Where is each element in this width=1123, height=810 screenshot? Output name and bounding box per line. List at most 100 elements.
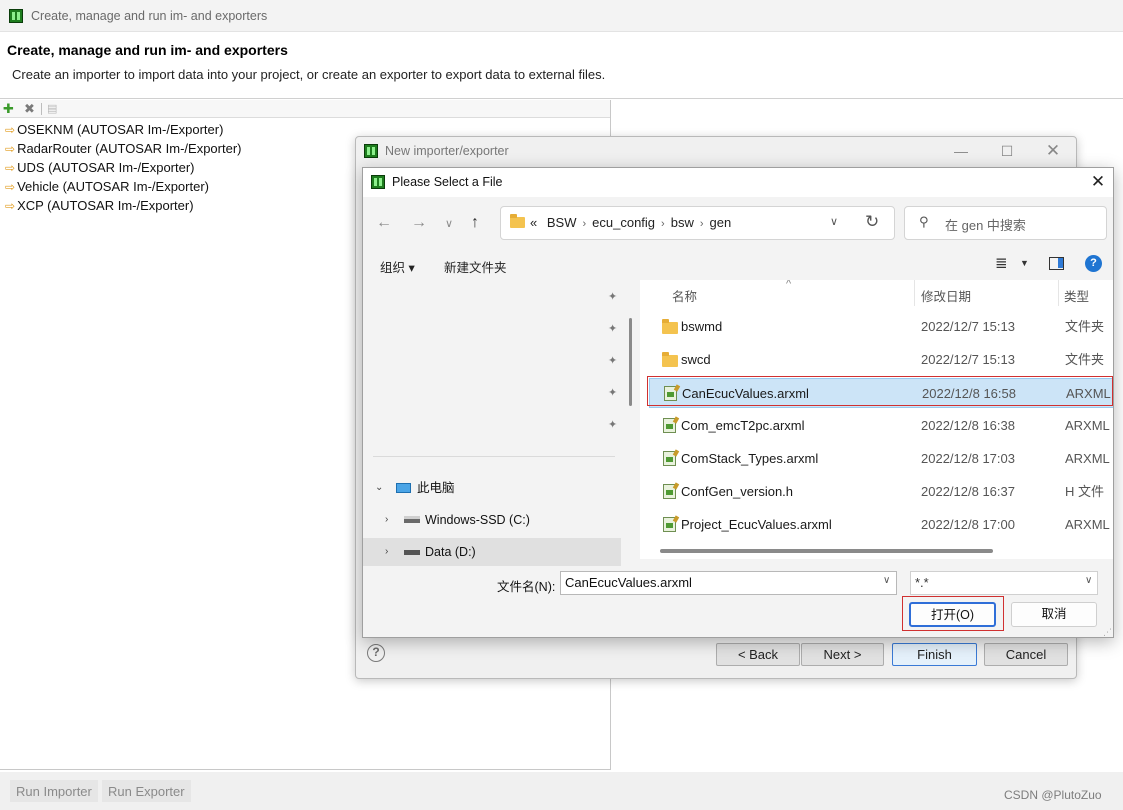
plus-icon[interactable]: ✚: [3, 101, 14, 117]
file-type-filter[interactable]: *.*: [910, 571, 1098, 595]
pin-icon[interactable]: ✦: [608, 290, 617, 303]
main-titlebar: Create, manage and run im- and exporters: [0, 0, 1123, 32]
app-icon: [9, 9, 23, 23]
close-icon[interactable]: ✕: [1087, 171, 1109, 193]
list-item[interactable]: ⇨ RadarRouter (AUTOSAR Im-/Exporter): [5, 139, 242, 158]
address-bar[interactable]: « BSW › ecu_config › bsw › gen ∨ ↻: [500, 206, 895, 240]
filename-field[interactable]: CanEcucValues.arxml: [560, 571, 897, 595]
column-divider[interactable]: [914, 280, 915, 306]
run-importer-button[interactable]: Run Importer: [10, 780, 98, 802]
chevron-down-icon[interactable]: ∨: [445, 217, 453, 230]
drive-icon: [404, 550, 420, 555]
breadcrumb-item[interactable]: ecu_config: [592, 215, 655, 230]
app-icon: [364, 144, 378, 158]
tree-item-drive-c[interactable]: › Windows-SSD (C:): [363, 506, 621, 534]
arrow-right-icon: ⇨: [5, 180, 16, 194]
tree-item-drive-d[interactable]: › Data (D:): [363, 538, 621, 566]
chevron-down-icon[interactable]: ▼: [1020, 258, 1029, 268]
pin-icon[interactable]: ✦: [608, 386, 617, 399]
breadcrumb-item[interactable]: gen: [710, 215, 732, 230]
wizard-titlebar: New importer/exporter — ☐ ✕: [356, 137, 1076, 167]
breadcrumb-item[interactable]: BSW: [547, 215, 577, 230]
search-placeholder: 在 gen 中搜索: [945, 218, 1026, 233]
file-row[interactable]: Com_emcT2pc.arxml 2022/12/8 16:38 ARXML …: [649, 411, 1113, 441]
nav-divider: [373, 456, 615, 457]
column-header-date[interactable]: 修改日期: [921, 286, 971, 305]
breadcrumb: « BSW › ecu_config › bsw › gen: [530, 215, 732, 230]
pin-icon[interactable]: ✦: [608, 322, 617, 335]
chevron-right-icon[interactable]: ›: [385, 506, 388, 534]
main-window-title: Create, manage and run im- and exporters: [31, 9, 268, 23]
file-row[interactable]: bswmd 2022/12/7 15:13 文件夹: [649, 312, 1113, 342]
dialog-title: Please Select a File: [392, 175, 503, 189]
bottom-action-bar: Run Importer Run Exporter: [0, 772, 1123, 810]
help-icon[interactable]: ?: [367, 644, 385, 662]
refresh-icon[interactable]: ↻: [865, 212, 879, 232]
dialog-titlebar: Please Select a File ✕: [363, 168, 1113, 197]
highlight-open-button: [902, 596, 1004, 631]
search-icon: ⚲: [919, 214, 929, 229]
column-divider[interactable]: [1058, 280, 1059, 306]
pin-icon[interactable]: ✦: [608, 354, 617, 367]
sort-ascending-icon: ^: [786, 280, 792, 290]
navigation-pane: ✦ ✦ ✦ ✦ ✦ ⌄ 此电脑 › Windows-SSD (C:) › Dat…: [363, 280, 627, 566]
finish-button[interactable]: Finish: [892, 643, 977, 666]
file-list: ^ 名称 修改日期 类型 bswmd 2022/12/7 15:13 文件夹 s…: [640, 280, 1113, 559]
resize-grip-icon[interactable]: ⋰: [1103, 627, 1112, 638]
maximize-icon[interactable]: ☐: [996, 141, 1018, 161]
close-icon[interactable]: ✕: [1042, 141, 1064, 161]
drive-icon: [404, 516, 420, 523]
up-arrow-icon[interactable]: ↑: [471, 214, 479, 232]
arrow-right-icon: ⇨: [5, 199, 16, 213]
search-input[interactable]: ⚲ 在 gen 中搜索: [904, 206, 1107, 240]
file-row[interactable]: ConfGen_version.h 2022/12/8 16:37 H 文件: [649, 477, 1113, 507]
chevron-down-icon[interactable]: ⌄: [375, 474, 383, 502]
file-row[interactable]: swcd 2022/12/7 15:13 文件夹: [649, 345, 1113, 375]
chevron-down-icon[interactable]: ∨: [883, 575, 890, 586]
next-button[interactable]: Next >: [801, 643, 884, 666]
highlight-selected-file: [647, 376, 1113, 406]
column-header-type[interactable]: 类型: [1064, 286, 1089, 305]
tree-item-this-pc[interactable]: ⌄ 此电脑: [363, 474, 621, 502]
back-arrow-icon[interactable]: ←: [376, 214, 392, 232]
chevron-right-icon: ›: [699, 218, 704, 230]
chevron-right-icon[interactable]: ›: [385, 538, 388, 566]
pin-icon[interactable]: ✦: [608, 418, 617, 431]
minimize-icon[interactable]: —: [950, 141, 972, 161]
run-exporter-button[interactable]: Run Exporter: [102, 780, 191, 802]
folder-icon: [662, 319, 678, 334]
chevron-down-icon[interactable]: ∨: [830, 215, 838, 228]
command-bar: 组织 ▾ 新建文件夹 ≣ ▼ ?: [363, 249, 1113, 280]
preview-pane-icon[interactable]: [1049, 257, 1064, 270]
file-row[interactable]: ComStack_Types.arxml 2022/12/8 17:03 ARX…: [649, 444, 1113, 474]
chevron-right-icon: ›: [661, 218, 665, 230]
app-icon: [371, 175, 385, 189]
watermark: CSDN @PlutoZuo: [1004, 788, 1102, 802]
forward-arrow-icon[interactable]: →: [411, 214, 427, 232]
help-icon[interactable]: ?: [1085, 255, 1102, 272]
dialog-cancel-button[interactable]: 取消: [1011, 602, 1097, 627]
wizard-title: New importer/exporter: [385, 144, 509, 158]
page-heading: Create, manage and run im- and exporters: [7, 42, 288, 58]
list-item[interactable]: ⇨ OSEKNM (AUTOSAR Im-/Exporter): [5, 120, 223, 139]
organize-menu[interactable]: 组织 ▾: [380, 257, 415, 276]
list-item[interactable]: ⇨ Vehicle (AUTOSAR Im-/Exporter): [5, 177, 209, 196]
breadcrumb-item[interactable]: bsw: [671, 215, 694, 230]
copy-icon[interactable]: ▤: [47, 101, 57, 117]
computer-icon: [396, 483, 411, 493]
chevron-down-icon[interactable]: ∨: [1085, 575, 1092, 586]
chevron-right-icon: ›: [582, 218, 587, 230]
column-header-name[interactable]: 名称: [672, 286, 697, 305]
horizontal-scrollbar[interactable]: [660, 549, 993, 553]
list-item[interactable]: ⇨ UDS (AUTOSAR Im-/Exporter): [5, 158, 195, 177]
new-folder-button[interactable]: 新建文件夹: [444, 257, 507, 276]
back-button[interactable]: < Back: [716, 643, 800, 666]
nav-scrollbar[interactable]: [629, 318, 632, 406]
view-list-icon[interactable]: ≣: [995, 254, 1008, 272]
list-item[interactable]: ⇨ XCP (AUTOSAR Im-/Exporter): [5, 196, 194, 215]
cancel-button[interactable]: Cancel: [984, 643, 1068, 666]
xml-file-icon: [663, 517, 676, 532]
delete-icon[interactable]: ✖: [24, 101, 35, 117]
toolbar-separator: [41, 103, 42, 115]
file-row[interactable]: Project_EcucValues.arxml 2022/12/8 17:00…: [649, 510, 1113, 540]
